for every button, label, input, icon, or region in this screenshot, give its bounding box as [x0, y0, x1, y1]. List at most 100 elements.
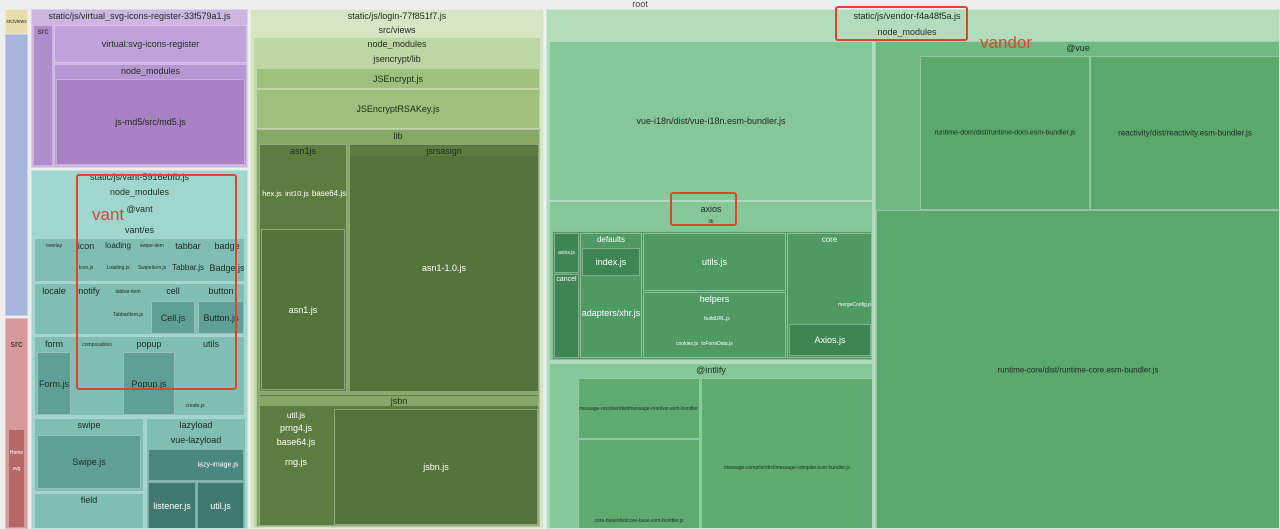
label: Axios.js [814, 335, 846, 345]
label: mergeConfig.js [838, 302, 872, 308]
label: lazyload [179, 420, 213, 430]
label: buildURL.js [704, 316, 730, 322]
node-runtime-dom[interactable]: runtime-dom/dist/runtime-dom.esm-bundler… [920, 56, 1090, 210]
node-home[interactable]: Home svg [8, 429, 25, 528]
label: Swipe.js [72, 457, 106, 467]
label: hex.js [262, 189, 282, 198]
label: asn1-1.0.js [421, 263, 467, 273]
node-index-js[interactable]: index.js [582, 248, 640, 276]
label: jsbn.js [423, 462, 449, 472]
node-node-modules[interactable]: node_modules js-md5/src/md5.js [54, 64, 247, 166]
node-vue-i18n[interactable]: vue-i18n/dist/vue-i18n.esm-bundler.js [549, 41, 873, 201]
node-jsbn[interactable]: jsbn util.js prng4.js base64.js rng.js j… [259, 394, 539, 526]
label: defaults [596, 235, 626, 244]
node-cancel[interactable]: cancel [554, 274, 579, 358]
node-util-js[interactable]: util.js [197, 482, 244, 528]
label: int10.js [285, 189, 309, 198]
node-jsencryptrsakey-js[interactable]: JSEncryptRSAKey.js [256, 89, 540, 129]
label: vue-i18n/dist/vue-i18n.esm-bundler.js [636, 116, 786, 126]
node-virtual-svg[interactable]: virtual:svg-icons-register [54, 25, 247, 63]
node-lazy-files[interactable]: lazy-image.js [148, 449, 244, 481]
annotation-box-axios [670, 192, 737, 226]
node-src[interactable]: src Home svg [5, 318, 28, 529]
lazy-image-label: lazy-image.js [197, 461, 239, 469]
annotation-box-vendor [835, 6, 968, 41]
node-listener-js[interactable]: listener.js [148, 482, 196, 528]
label: rng.js [284, 457, 307, 467]
annotation-vendor: vandor [980, 33, 1032, 52]
node-lazyload[interactable]: lazyload vue-lazyload lazy-image.js liste… [146, 418, 246, 528]
label: message-resolver/dist/message-resolver.e… [579, 405, 699, 412]
node-swipe[interactable]: swipe Swipe.js [34, 418, 144, 492]
node-lib[interactable]: lib asn1js hex.js int10.js base64.js asn… [256, 129, 540, 527]
node-axios-lib[interactable]: axios.js cancel defaults index.js adapte… [552, 231, 872, 360]
label: static/js/login-77f851f7.js [347, 11, 447, 21]
label: src/views [378, 25, 416, 35]
node-jsencrypt-js[interactable]: JSEncrypt.js [256, 68, 540, 89]
node-intlify[interactable]: @intlify message-resolver/dist/message-r… [549, 363, 873, 528]
annotation-vant: vant [92, 205, 125, 224]
label: src [37, 27, 49, 36]
chunk-svg-icons[interactable]: static/js/virtual_svg-icons-register-33f… [31, 9, 248, 168]
label: node_modules [120, 66, 181, 76]
node-src-views[interactable]: src/views [5, 9, 28, 34]
node-swipe-js[interactable]: Swipe.js [37, 435, 141, 489]
label: util.js [210, 500, 231, 511]
label: svg [12, 466, 21, 472]
node-jsrsasign[interactable]: jsrsasign asn1-1.0.js [349, 144, 539, 392]
label: listener.js [153, 500, 191, 511]
node-left-blue[interactable] [5, 34, 28, 316]
chunk-vendor[interactable]: static/js/vendor-f4a48f5a.js node_module… [546, 9, 1280, 529]
label: JSEncrypt.js [372, 73, 423, 84]
label: index.js [595, 257, 627, 267]
label: prng4.js [279, 423, 313, 433]
label: field [80, 495, 98, 505]
node-message-resolver[interactable]: message-resolver/dist/message-resolver.e… [578, 378, 700, 439]
node-src[interactable]: src [33, 25, 53, 166]
node-message-compiler[interactable]: message-compiler/dist/message-compiler.e… [701, 378, 872, 528]
label: static/js/virtual_svg-icons-register-33f… [48, 11, 231, 21]
node-runtime-core[interactable]: runtime-core/dist/runtime-core.esm-bundl… [876, 210, 1279, 528]
node-asn1-js[interactable]: asn1.js [261, 229, 345, 390]
label: Home [9, 450, 24, 456]
root-label: root [632, 0, 648, 9]
node-utils-js[interactable]: utils.js [643, 233, 786, 291]
node-core[interactable]: core mergeConfig.js Axios.js [787, 233, 872, 358]
node-field[interactable]: field [34, 493, 144, 528]
node-defaults[interactable]: defaults index.js adapters/xhr.js [580, 233, 642, 358]
node-axios-js[interactable]: axios.js [554, 233, 579, 273]
label: core [821, 235, 838, 244]
label: jsbn [260, 396, 538, 406]
label: asn1js [289, 146, 316, 156]
chunk-login[interactable]: static/js/login-77f851f7.js src/views no… [250, 9, 544, 529]
label: runtime-core/dist/runtime-core.esm-bundl… [997, 365, 1159, 374]
label: src [10, 339, 23, 349]
label: jsencrypt/lib [373, 54, 421, 64]
label: create.js [185, 403, 205, 409]
label: locale [42, 286, 66, 296]
label: lib [393, 131, 403, 141]
node-core-base[interactable]: core-base/dist/core-base.esm-bundler.js [578, 439, 700, 528]
label: message-compiler/dist/message-compiler.e… [724, 465, 850, 472]
node-asn1js[interactable]: asn1js hex.js int10.js base64.js asn1.js [259, 144, 347, 392]
label: jsrsasign [350, 146, 538, 156]
node-helpers[interactable]: helpers buildURL.js cookies.js toFormDat… [643, 292, 786, 358]
node-md5[interactable]: js-md5/src/md5.js [56, 79, 245, 165]
label: virtual:svg-icons-register [101, 39, 200, 49]
label: asn1.js [288, 304, 318, 315]
node-form-js[interactable]: Form.js [37, 352, 71, 415]
label: cookies.js [676, 341, 698, 347]
label: adapters/xhr.js [581, 308, 641, 318]
label: toFormData.js [701, 341, 733, 347]
label: axios.js [558, 250, 575, 256]
label: swipe [77, 420, 101, 430]
label: js-md5/src/md5.js [115, 117, 186, 127]
node-reactivity[interactable]: reactivity/dist/reactivity.esm-bundler.j… [1090, 56, 1279, 210]
label: reactivity/dist/reactivity.esm-bundler.j… [1118, 128, 1252, 138]
node-axios-class-js[interactable]: Axios.js [789, 324, 871, 356]
label: cancel [556, 276, 577, 283]
label: src/views [6, 18, 27, 25]
node-vue[interactable]: @vue runtime-dom/dist/runtime-dom.esm-bu… [875, 41, 1279, 528]
node-jsbn-js[interactable]: jsbn.js [334, 409, 538, 525]
node-node-modules[interactable]: node_modules jsencrypt/lib JSEncrypt.js … [253, 37, 541, 528]
